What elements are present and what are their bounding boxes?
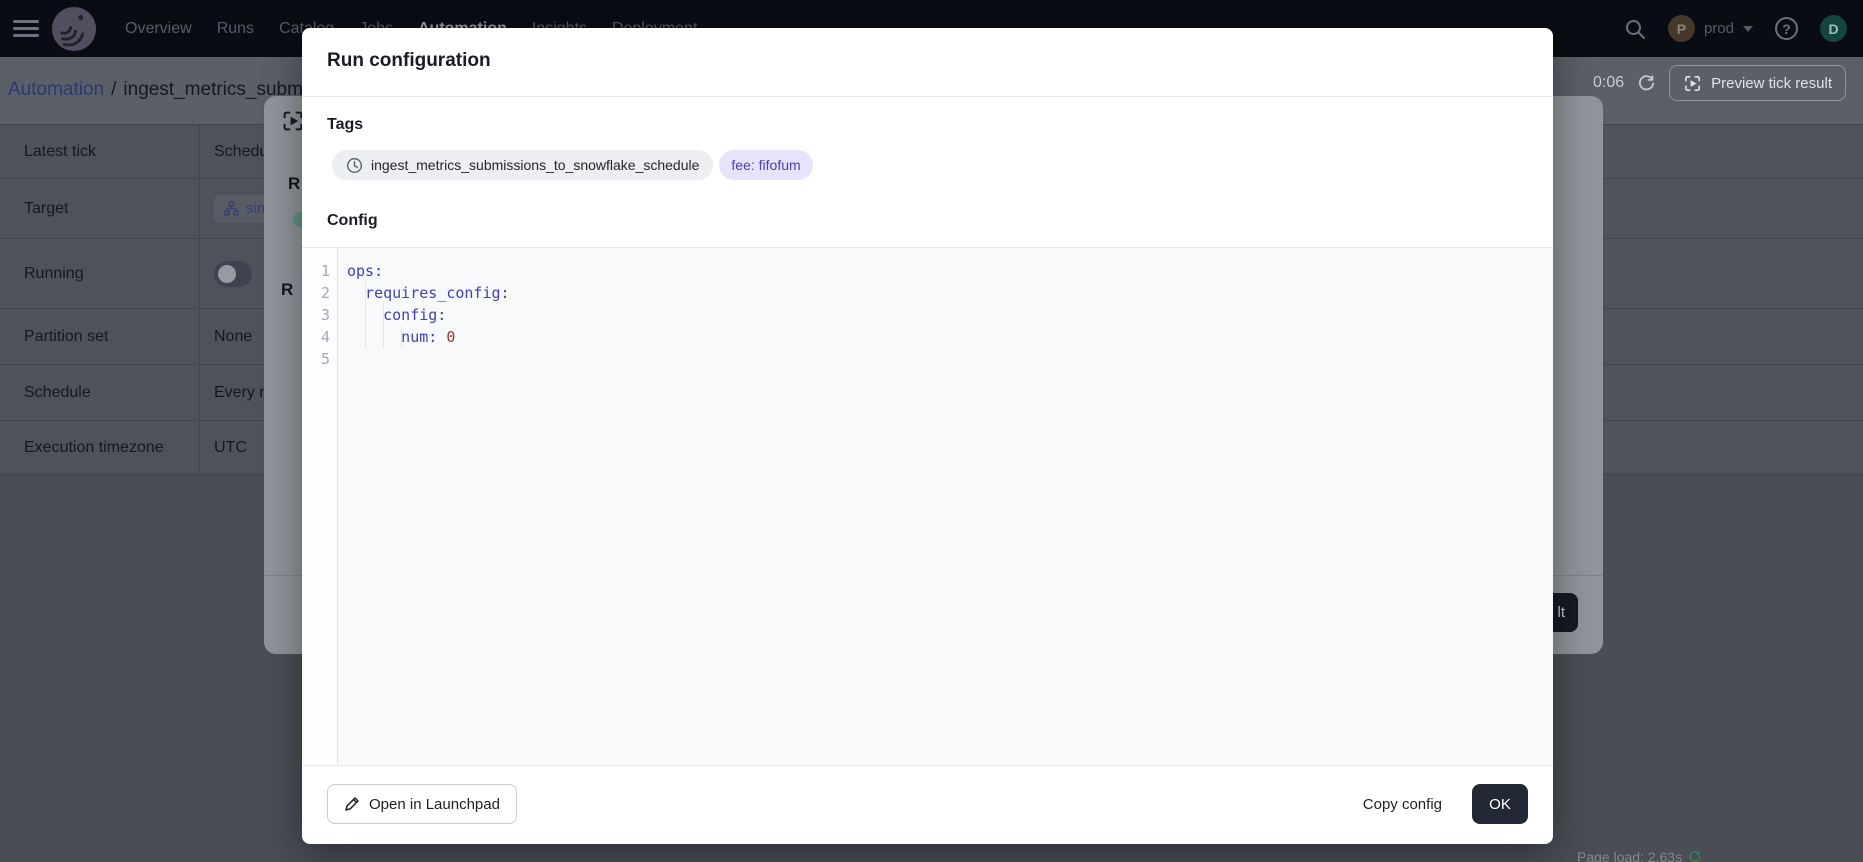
pencil-icon <box>344 796 360 812</box>
line-number: 5 <box>321 348 330 370</box>
divider <box>302 96 1553 97</box>
chevron-down-icon <box>1743 26 1753 32</box>
row-label: Schedule <box>0 365 200 420</box>
line-number: 4 <box>321 326 330 348</box>
row-label: Partition set <box>0 309 200 364</box>
code-line <box>347 348 510 370</box>
preview-tick-icon <box>1683 74 1702 93</box>
page-load-indicator: Page load: 2.63s <box>1577 849 1702 862</box>
clock-icon <box>346 157 363 174</box>
performance-icon <box>1688 850 1702 862</box>
nav-item-runs[interactable]: Runs <box>217 20 254 38</box>
tags-row: ingest_metrics_submissions_to_snowflake_… <box>332 150 813 180</box>
yaml-key: ops: <box>347 262 383 280</box>
tag-label: fee: fifofum <box>731 157 800 173</box>
line-number: 1 <box>321 260 330 282</box>
code-line: requires_config: <box>347 282 510 304</box>
tick-countdown: 0:06 <box>1593 74 1624 92</box>
yaml-code: ops: requires_config: config: num: 0 <box>347 260 510 370</box>
editor-line-number-gutter: 12345 <box>302 248 338 766</box>
page-load-label: Page load: 2.63s <box>1577 849 1682 862</box>
line-number: 3 <box>321 304 330 326</box>
deployment-name: prod <box>1704 20 1734 37</box>
tag-pill: fee: fifofum <box>719 150 812 180</box>
preview-tick-result-label: Preview tick result <box>1711 75 1832 92</box>
yaml-key: num: <box>401 328 437 346</box>
open-in-launchpad-button[interactable]: Open in Launchpad <box>327 784 517 824</box>
dialog-heading-fragment: R <box>288 174 300 194</box>
config-code-editor[interactable]: 12345 ops: requires_config: config: num: 0 <box>302 247 1553 765</box>
deployment-avatar: P <box>1668 15 1695 42</box>
search-icon[interactable] <box>1624 18 1646 40</box>
config-heading: Config <box>327 212 378 230</box>
header-actions: 0:06 Preview tick result <box>1593 65 1846 101</box>
dialog-heading-fragment: R <box>281 280 293 300</box>
yaml-key: requires_config: <box>365 284 510 302</box>
code-line: ops: <box>347 260 510 282</box>
row-label: Target <box>0 179 200 238</box>
row-label: Latest tick <box>0 125 200 178</box>
yaml-key: config: <box>383 306 446 324</box>
help-icon[interactable]: ? <box>1775 17 1798 40</box>
running-toggle[interactable] <box>214 261 252 287</box>
divider <box>302 765 1553 766</box>
user-avatar[interactable]: D <box>1820 15 1847 42</box>
row-label: Execution timezone <box>0 421 200 474</box>
copy-config-button[interactable]: Copy config <box>1363 784 1442 824</box>
code-line: num: 0 <box>347 326 510 348</box>
deployment-switcher[interactable]: P prod <box>1668 15 1753 42</box>
tag-label: ingest_metrics_submissions_to_snowflake_… <box>371 157 699 173</box>
refresh-icon[interactable] <box>1637 74 1656 93</box>
job-graph-icon <box>224 201 239 216</box>
modal-title: Run configuration <box>327 50 491 72</box>
dagster-logo-icon[interactable] <box>51 6 97 52</box>
ok-button[interactable]: OK <box>1472 784 1528 824</box>
breadcrumb-separator: / <box>111 79 116 100</box>
yaml-value: 0 <box>446 328 455 346</box>
nav-item-overview[interactable]: Overview <box>125 20 192 38</box>
hamburger-menu-icon[interactable] <box>13 20 39 37</box>
open-in-launchpad-label: Open in Launchpad <box>369 796 500 813</box>
toggle-knob <box>218 265 236 283</box>
breadcrumb-section-link[interactable]: Automation <box>8 79 104 100</box>
run-configuration-modal: Run configuration Tags ingest_metrics_su… <box>302 28 1553 844</box>
preview-tick-result-button[interactable]: Preview tick result <box>1669 65 1846 101</box>
line-number: 2 <box>321 282 330 304</box>
tags-heading: Tags <box>327 116 363 134</box>
navbar-right: P prod ? D <box>1624 15 1847 42</box>
row-label: Running <box>0 239 200 308</box>
tag-pill: ingest_metrics_submissions_to_snowflake_… <box>332 150 713 180</box>
code-line: config: <box>347 304 510 326</box>
